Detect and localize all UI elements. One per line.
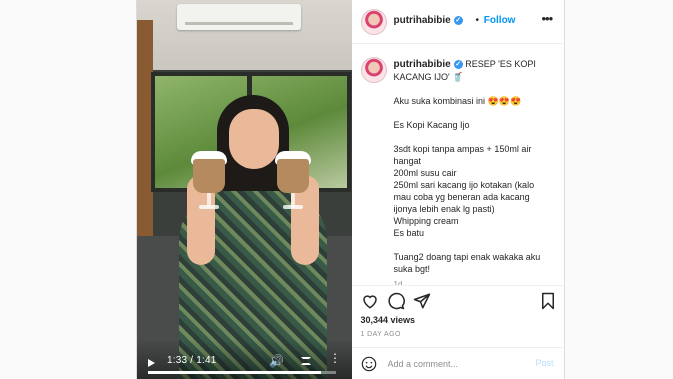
instagram-page: 1:33 / 1:41 🔊 ⋮ putrihabibie ✓ • Follow •… bbox=[0, 0, 673, 379]
view-count[interactable]: 30,344 views bbox=[361, 315, 416, 325]
verified-badge-icon: ✓ bbox=[453, 15, 463, 25]
caption-line: Whipping cream bbox=[393, 216, 459, 226]
caption-line: Aku suka kombinasi ini 😍😍😍 bbox=[393, 96, 522, 106]
emoji-icon[interactable] bbox=[361, 356, 377, 372]
fullscreen-icon[interactable] bbox=[301, 357, 311, 365]
video-progress-bar[interactable] bbox=[148, 371, 336, 374]
video-controls: 1:33 / 1:41 🔊 ⋮ bbox=[137, 339, 352, 379]
follow-button[interactable]: • Follow bbox=[476, 15, 516, 26]
post-video[interactable]: 1:33 / 1:41 🔊 ⋮ bbox=[137, 0, 352, 379]
play-icon[interactable] bbox=[148, 359, 155, 367]
iced-coffee-glass bbox=[275, 151, 311, 211]
post-comment-button[interactable]: Post bbox=[536, 358, 554, 368]
video-time: 1:33 / 1:41 bbox=[167, 355, 217, 366]
avatar[interactable] bbox=[360, 9, 387, 35]
heart-icon[interactable] bbox=[361, 292, 379, 310]
post-sidebar: putrihabibie ✓ • Follow ••• putrihabibie ✓… bbox=[351, 0, 565, 379]
share-icon[interactable] bbox=[413, 292, 431, 310]
caption-line: Es batu bbox=[393, 228, 425, 238]
volume-icon[interactable]: 🔊 bbox=[269, 354, 284, 368]
video-progress-fill bbox=[148, 371, 321, 374]
caption-avatar[interactable] bbox=[360, 57, 387, 83]
post-actions: 30,344 views 1 DAY AGO Post bbox=[351, 285, 565, 379]
more-options-icon[interactable]: ••• bbox=[542, 11, 554, 26]
caption-line: 3sdt kopi tanpa ampas + 150ml air hangat bbox=[393, 144, 532, 166]
video-person bbox=[157, 95, 337, 379]
verified-badge-icon: ✓ bbox=[453, 59, 463, 69]
post-caption: putrihabibie ✓ RESEP 'ES KOPI KACANG IJO'… bbox=[352, 45, 565, 285]
post-date[interactable]: 1 DAY AGO bbox=[361, 331, 401, 338]
comment-bar: Post bbox=[351, 347, 565, 379]
comment-input[interactable] bbox=[387, 356, 528, 372]
comment-icon[interactable] bbox=[387, 292, 405, 310]
header-username[interactable]: putrihabibie ✓ bbox=[394, 15, 463, 26]
caption-text: putrihabibie ✓ RESEP 'ES KOPI KACANG IJO'… bbox=[394, 58, 554, 285]
caption-username[interactable]: putrihabibie ✓ bbox=[394, 59, 463, 70]
video-scene-air-conditioner bbox=[177, 4, 301, 30]
iced-coffee-glass bbox=[191, 151, 227, 211]
separator-dot: • bbox=[475, 15, 480, 26]
caption-line: Tuang2 doang tapi enak wakaka aku suka b… bbox=[393, 252, 541, 274]
post-header: putrihabibie ✓ • Follow ••• bbox=[351, 0, 565, 44]
caption-line: Es Kopi Kacang Ijo bbox=[393, 120, 470, 130]
post-modal: 1:33 / 1:41 🔊 ⋮ putrihabibie ✓ • Follow •… bbox=[136, 0, 565, 379]
caption-line: 200ml susu cair bbox=[393, 168, 457, 178]
caption-line: 250ml sari kacang ijo kotakan (kalo mau … bbox=[393, 180, 535, 214]
bookmark-icon[interactable] bbox=[540, 292, 556, 310]
video-more-icon[interactable]: ⋮ bbox=[329, 352, 341, 364]
